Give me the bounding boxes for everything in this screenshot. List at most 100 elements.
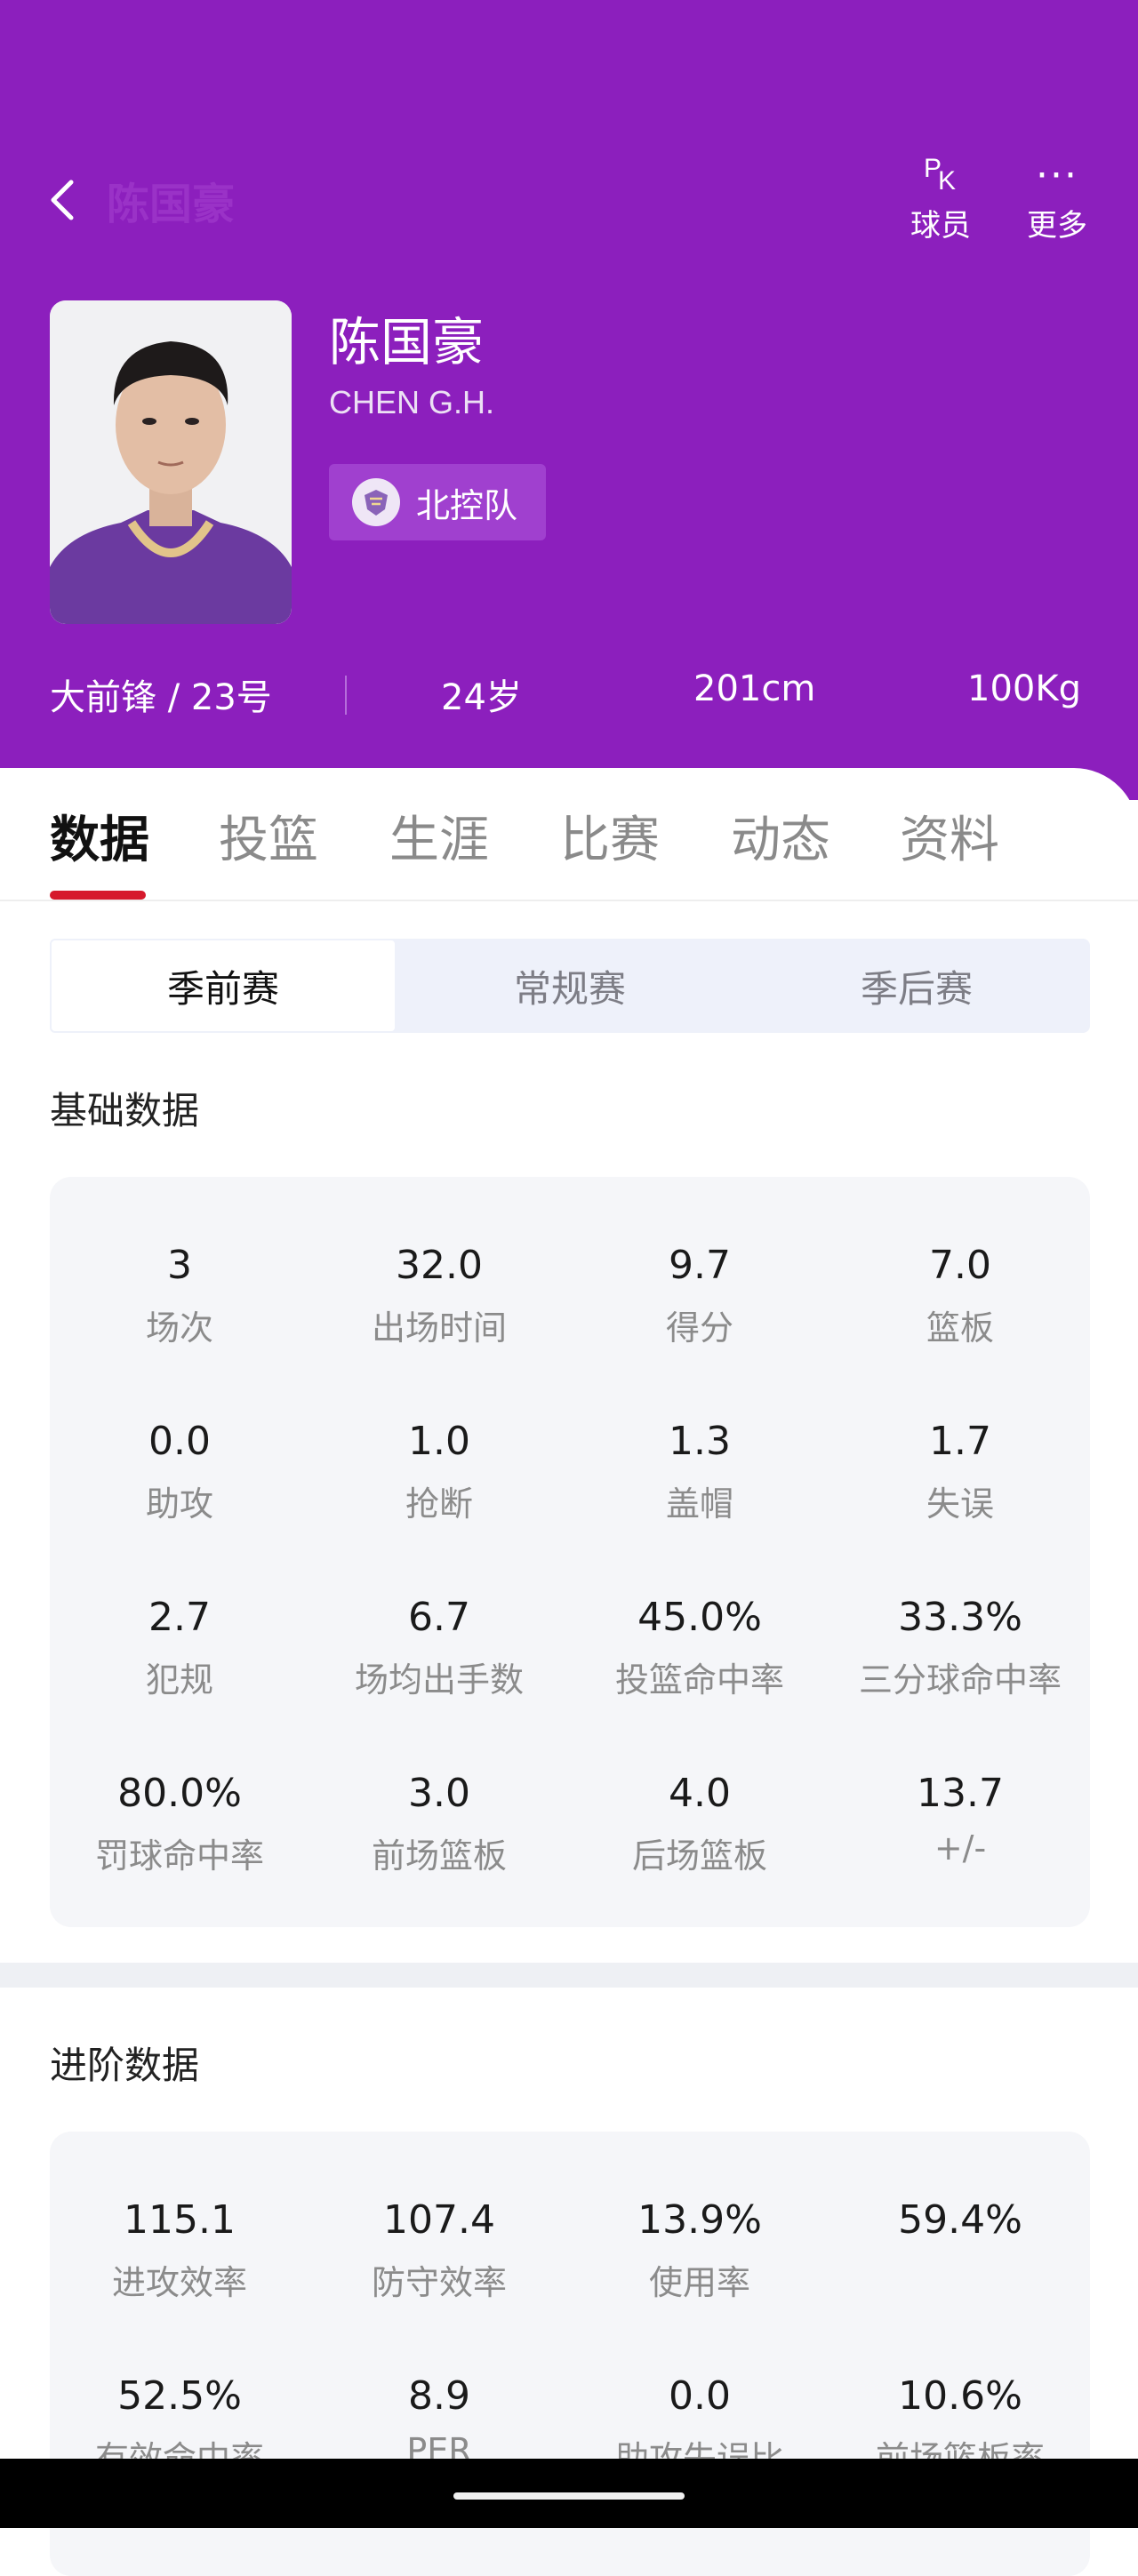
chevron-left-icon bbox=[51, 180, 74, 220]
stat-cell: 13.9% 使用率 bbox=[570, 2197, 829, 2304]
player-name: 陈国豪 bbox=[329, 312, 485, 372]
pk-icon: PK bbox=[924, 154, 957, 196]
stat-value: 3 bbox=[167, 1243, 192, 1288]
basic-stats-title: 基础数据 bbox=[50, 1089, 200, 1132]
stat-cell: 9.7 得分 bbox=[570, 1243, 829, 1349]
player-info-row: 大前锋 / 23号 24岁 201cm 100Kg bbox=[0, 668, 1138, 722]
stat-label: 进攻效率 bbox=[111, 2263, 247, 2302]
player-avatar bbox=[50, 300, 292, 624]
stat-value: 3.0 bbox=[408, 1771, 470, 1816]
stat-value: 45.0% bbox=[637, 1595, 762, 1640]
stat-label: 出场时间 bbox=[371, 1308, 507, 1348]
pk-label: 球员 bbox=[910, 208, 971, 244]
season-tab-playoffs[interactable]: 季后赛 bbox=[743, 939, 1090, 1033]
stat-cell: 107.4 防守效率 bbox=[309, 2197, 569, 2304]
stat-value: 10.6% bbox=[898, 2373, 1022, 2419]
stat-value: 7.0 bbox=[929, 1243, 991, 1288]
stat-cell: 1.7 失误 bbox=[830, 1419, 1090, 1525]
stat-cell: 4.0 后场篮板 bbox=[570, 1771, 829, 1877]
player-height: 201cm bbox=[693, 668, 816, 709]
team-logo-icon bbox=[352, 478, 400, 526]
more-label: 更多 bbox=[1027, 208, 1087, 244]
tab-bar: 数据 投篮 生涯 比赛 动态 资料 bbox=[0, 768, 1138, 901]
stat-label: 犯规 bbox=[145, 1660, 213, 1700]
stat-value: 33.3% bbox=[898, 1595, 1022, 1640]
stat-value: 4.0 bbox=[669, 1771, 731, 1816]
player-age: 24岁 bbox=[441, 677, 522, 718]
stat-label: 使用率 bbox=[648, 2263, 750, 2302]
back-button[interactable] bbox=[46, 169, 100, 231]
stat-value: 52.5% bbox=[117, 2373, 242, 2419]
stat-cell: 1.3 盖帽 bbox=[570, 1419, 829, 1525]
pk-button[interactable]: PK 球员 bbox=[901, 151, 981, 244]
more-button[interactable]: ··· 更多 bbox=[1017, 151, 1097, 244]
stat-label: 前场篮板 bbox=[371, 1836, 507, 1876]
stat-label: 篮板 bbox=[926, 1308, 994, 1348]
stat-label: 三分球命中率 bbox=[858, 1660, 1062, 1700]
player-name-en: CHEN G.H. bbox=[329, 384, 495, 420]
stat-value: 32.0 bbox=[396, 1243, 483, 1288]
stat-cell: 115.1 进攻效率 bbox=[50, 2197, 309, 2304]
stat-cell: 2.7 犯规 bbox=[50, 1595, 309, 1701]
stat-value: 1.7 bbox=[929, 1419, 991, 1464]
player-weight: 100Kg bbox=[967, 668, 1081, 709]
stat-label: 防守效率 bbox=[371, 2263, 507, 2302]
stat-value: 1.3 bbox=[669, 1419, 731, 1464]
stat-cell: 13.7 +/- bbox=[830, 1771, 1090, 1868]
active-tab-indicator bbox=[50, 891, 146, 900]
stat-cell: 80.0% 罚球命中率 bbox=[50, 1771, 309, 1877]
stat-cell: 33.3% 三分球命中率 bbox=[830, 1595, 1090, 1701]
stat-cell: 45.0% 投篮命中率 bbox=[570, 1595, 829, 1701]
stat-label: 失误 bbox=[926, 1484, 994, 1524]
info-divider bbox=[345, 676, 347, 715]
stat-label: 助攻 bbox=[145, 1484, 213, 1524]
stat-value: 6.7 bbox=[408, 1595, 470, 1640]
stat-value: 2.7 bbox=[148, 1595, 211, 1640]
position-number: 大前锋 / 23号 bbox=[50, 677, 272, 718]
stat-label: 场次 bbox=[145, 1308, 213, 1348]
stat-value: 0.0 bbox=[669, 2373, 731, 2419]
stat-value: 80.0% bbox=[117, 1771, 242, 1816]
basic-stats-card: 3 场次 32.0 出场时间 9.7 得分 7.0 篮板 0.0 助攻 1.0 抢断 1.3… bbox=[50, 1177, 1090, 1927]
stat-cell: 3.0 前场篮板 bbox=[309, 1771, 569, 1877]
section-divider bbox=[0, 1963, 1138, 1988]
tab-shooting[interactable]: 投篮 bbox=[219, 800, 318, 872]
stat-value: 0.0 bbox=[148, 1419, 211, 1464]
stat-value: 9.7 bbox=[669, 1243, 731, 1288]
stat-value: 115.1 bbox=[124, 2197, 236, 2243]
stat-value: 59.4% bbox=[898, 2197, 1022, 2243]
season-tab-regular[interactable]: 常规赛 bbox=[397, 939, 743, 1033]
stat-label: 投篮命中率 bbox=[614, 1660, 784, 1700]
home-indicator[interactable] bbox=[453, 2492, 685, 2500]
team-chip[interactable]: 北控队 bbox=[329, 464, 546, 540]
faded-page-title: 陈国豪 bbox=[107, 180, 236, 229]
stat-cell: 3 场次 bbox=[50, 1243, 309, 1349]
stat-cell: 8.9 PER bbox=[309, 2373, 569, 2470]
season-tab-preseason[interactable]: 季前赛 bbox=[50, 939, 397, 1033]
tab-news[interactable]: 动态 bbox=[731, 800, 830, 872]
stat-cell: 32.0 出场时间 bbox=[309, 1243, 569, 1349]
stat-cell: 7.0 篮板 bbox=[830, 1243, 1090, 1349]
stat-label: +/- bbox=[934, 1828, 987, 1868]
stat-cell: 6.7 场均出手数 bbox=[309, 1595, 569, 1701]
tab-career[interactable]: 生涯 bbox=[389, 800, 489, 872]
tab-data[interactable]: 数据 bbox=[50, 800, 149, 872]
stat-cell: 59.4% bbox=[830, 2197, 1090, 2255]
stat-label: 后场篮板 bbox=[631, 1836, 767, 1876]
stat-label: 得分 bbox=[665, 1308, 733, 1348]
stat-value: 107.4 bbox=[383, 2197, 495, 2243]
stat-label: 场均出手数 bbox=[354, 1660, 524, 1700]
more-dots-icon: ··· bbox=[1036, 153, 1078, 198]
stat-value: 13.9% bbox=[637, 2197, 762, 2243]
stat-label: 罚球命中率 bbox=[94, 1836, 264, 1876]
stat-cell: 0.0 助攻 bbox=[50, 1419, 309, 1525]
season-type-selector: 季前赛 常规赛 季后赛 bbox=[50, 939, 1090, 1033]
stat-value: 13.7 bbox=[917, 1771, 1004, 1816]
stat-value: 1.0 bbox=[408, 1419, 470, 1464]
tabs-divider bbox=[0, 900, 1138, 901]
tab-games[interactable]: 比赛 bbox=[560, 800, 660, 872]
advanced-stats-title: 进阶数据 bbox=[50, 2044, 200, 2087]
tab-profile[interactable]: 资料 bbox=[900, 800, 999, 872]
stat-cell: 1.0 抢断 bbox=[309, 1419, 569, 1525]
stat-label: 盖帽 bbox=[665, 1484, 733, 1524]
